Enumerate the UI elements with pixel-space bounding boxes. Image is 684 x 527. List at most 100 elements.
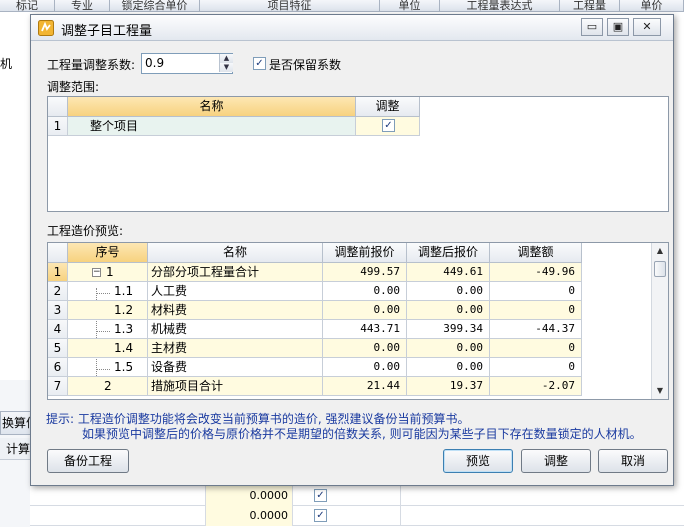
bg-tab-calc[interactable]: 计算 bbox=[0, 438, 34, 460]
scroll-up-icon[interactable]: ▲ bbox=[652, 243, 668, 259]
dialog-title: 调整子目工程量 bbox=[61, 24, 153, 39]
adjust-button[interactable]: 调整 bbox=[521, 449, 591, 473]
range-table: 名称 调整 1 整个项目 ✓ bbox=[47, 96, 669, 212]
scroll-thumb[interactable] bbox=[654, 261, 666, 277]
preview-scrollbar[interactable]: ▲ ▼ bbox=[651, 243, 668, 399]
coef-spinner[interactable]: ▲ ▼ bbox=[219, 54, 233, 73]
preview-row-number: 7 bbox=[48, 377, 68, 396]
bg-checkbox[interactable]: ✓ bbox=[314, 509, 327, 522]
bg-checkbox[interactable]: ✓ bbox=[314, 489, 327, 502]
keep-coef-checkbox[interactable]: ✓ bbox=[253, 57, 266, 70]
preview-after-cell[interactable]: 0.00 bbox=[407, 301, 490, 320]
bg-col-unit[interactable]: 单位 bbox=[380, 0, 440, 11]
collapse-minus-icon[interactable]: − bbox=[92, 268, 101, 277]
preview-before-cell[interactable]: 21.44 bbox=[323, 377, 407, 396]
preview-diff-cell[interactable]: -2.07 bbox=[490, 377, 582, 396]
preview-header-seq[interactable]: 序号 bbox=[68, 243, 148, 263]
bg-col-expression[interactable]: 工程量表达式 bbox=[440, 0, 560, 11]
minimize-icon[interactable]: ▭ bbox=[581, 18, 603, 36]
preview-after-cell[interactable]: 0.00 bbox=[407, 358, 490, 377]
dialog-titlebar[interactable]: 调整子目工程量 ▭ ▣ ✕ bbox=[31, 15, 673, 41]
preview-header-before[interactable]: 调整前报价 bbox=[323, 243, 407, 263]
preview-seq-cell[interactable]: 1.3 bbox=[68, 320, 148, 339]
preview-before-cell[interactable]: 443.71 bbox=[323, 320, 407, 339]
preview-before-cell[interactable]: 0.00 bbox=[323, 339, 407, 358]
range-corner-header bbox=[48, 97, 68, 117]
preview-seq-cell[interactable]: 2 bbox=[68, 377, 148, 396]
preview-label: 工程造价预览: bbox=[47, 224, 124, 238]
restore-icon[interactable]: ▣ bbox=[607, 18, 629, 36]
bg-col-feature[interactable]: 项目特征 bbox=[200, 0, 380, 11]
hint-line-2: 如果预览中调整后的价格与原价格并不是期望的倍数关系, 则可能因为某些子目下存在数… bbox=[82, 427, 642, 441]
backup-project-button[interactable]: 备份工程 bbox=[47, 449, 129, 473]
bg-col-mark[interactable]: 标记 bbox=[0, 0, 55, 11]
bg-col-divider bbox=[400, 486, 401, 506]
preview-before-cell[interactable]: 0.00 bbox=[323, 358, 407, 377]
preview-header-name[interactable]: 名称 bbox=[148, 243, 323, 263]
preview-row-number: 1 bbox=[48, 263, 68, 282]
preview-seq-cell[interactable]: 1.4 bbox=[68, 339, 148, 358]
table-row[interactable]: 0.0000 ✓ bbox=[30, 486, 684, 506]
preview-name-cell[interactable]: 分部分项工程量合计 bbox=[148, 263, 323, 282]
preview-name-cell[interactable]: 措施项目合计 bbox=[148, 377, 323, 396]
preview-seq-cell[interactable]: 1.1 bbox=[68, 282, 148, 301]
preview-name-cell[interactable]: 材料费 bbox=[148, 301, 323, 320]
preview-after-cell[interactable]: 0.00 bbox=[407, 339, 490, 358]
coef-label: 工程量调整系数: bbox=[47, 58, 136, 72]
preview-diff-cell[interactable]: -49.96 bbox=[490, 263, 582, 282]
preview-header-diff[interactable]: 调整额 bbox=[490, 243, 582, 263]
cancel-button[interactable]: 取消 bbox=[598, 449, 668, 473]
bg-col-price[interactable]: 单价 bbox=[620, 0, 684, 11]
bg-left-text: 机 bbox=[0, 57, 13, 71]
bg-rows: 0.0000 ✓ 0.0000 ✓ bbox=[30, 486, 684, 527]
range-header-name[interactable]: 名称 bbox=[68, 97, 356, 117]
range-row-number: 1 bbox=[48, 117, 68, 136]
preview-diff-cell[interactable]: 0 bbox=[490, 301, 582, 320]
spin-up-icon[interactable]: ▲ bbox=[219, 54, 233, 63]
preview-row-number: 4 bbox=[48, 320, 68, 339]
preview-row-number: 2 bbox=[48, 282, 68, 301]
range-row-name[interactable]: 整个项目 bbox=[68, 117, 356, 136]
preview-diff-cell[interactable]: 0 bbox=[490, 339, 582, 358]
preview-diff-cell[interactable]: 0 bbox=[490, 282, 582, 301]
preview-after-cell[interactable]: 399.34 bbox=[407, 320, 490, 339]
preview-name-cell[interactable]: 机械费 bbox=[148, 320, 323, 339]
preview-diff-cell[interactable]: 0 bbox=[490, 358, 582, 377]
adjust-quantity-dialog: 调整子目工程量 ▭ ▣ ✕ 工程量调整系数: 0.9 ▲ ▼ ✓ 是否保留系数 … bbox=[30, 14, 674, 486]
preview-row-number: 6 bbox=[48, 358, 68, 377]
hint-line-1: 提示: 工程造价调整功能将会改变当前预算书的造价, 强烈建议备份当前预算书。 bbox=[46, 412, 470, 426]
spin-down-icon[interactable]: ▼ bbox=[219, 63, 233, 72]
scroll-down-icon[interactable]: ▼ bbox=[652, 383, 668, 399]
preview-button[interactable]: 预览 bbox=[443, 449, 513, 473]
preview-seq-cell[interactable]: 1.2 bbox=[68, 301, 148, 320]
hint-text: 提示: 工程造价调整功能将会改变当前预算书的造价, 强烈建议备份当前预算书。 如… bbox=[46, 412, 642, 442]
preview-before-cell[interactable]: 499.57 bbox=[323, 263, 407, 282]
preview-name-cell[interactable]: 人工费 bbox=[148, 282, 323, 301]
preview-name-cell[interactable]: 主材费 bbox=[148, 339, 323, 358]
preview-seq-cell[interactable]: 1.5 bbox=[68, 358, 148, 377]
bg-col-quantity[interactable]: 工程量 bbox=[560, 0, 620, 11]
range-row-adjust-checkbox[interactable]: ✓ bbox=[382, 119, 395, 132]
preview-diff-cell[interactable]: -44.37 bbox=[490, 320, 582, 339]
close-icon[interactable]: ✕ bbox=[633, 18, 661, 36]
keep-coef-label[interactable]: 是否保留系数 bbox=[269, 56, 341, 73]
preview-after-cell[interactable]: 449.61 bbox=[407, 263, 490, 282]
bg-value: 0.0000 bbox=[205, 506, 293, 526]
table-row[interactable]: 0.0000 ✓ bbox=[30, 506, 684, 526]
preview-header-after[interactable]: 调整后报价 bbox=[407, 243, 490, 263]
range-header-adjust[interactable]: 调整 bbox=[356, 97, 420, 117]
preview-before-cell[interactable]: 0.00 bbox=[323, 301, 407, 320]
preview-before-cell[interactable]: 0.00 bbox=[323, 282, 407, 301]
preview-after-cell[interactable]: 19.37 bbox=[407, 377, 490, 396]
bg-col-lock-price[interactable]: 锁定综合单价 bbox=[110, 0, 200, 11]
preview-name-cell[interactable]: 设备费 bbox=[148, 358, 323, 377]
bg-col-major[interactable]: 专业 bbox=[55, 0, 110, 11]
app-logo-icon bbox=[38, 20, 54, 36]
preview-after-cell[interactable]: 0.00 bbox=[407, 282, 490, 301]
range-row-adjust-cell: ✓ bbox=[356, 117, 420, 136]
bg-tab-conversion[interactable]: 换算信 bbox=[0, 411, 34, 435]
preview-row-number: 5 bbox=[48, 339, 68, 358]
preview-seq-cell[interactable]: 1 bbox=[68, 263, 148, 282]
preview-row-number: 3 bbox=[48, 301, 68, 320]
bg-col-divider bbox=[400, 506, 401, 526]
